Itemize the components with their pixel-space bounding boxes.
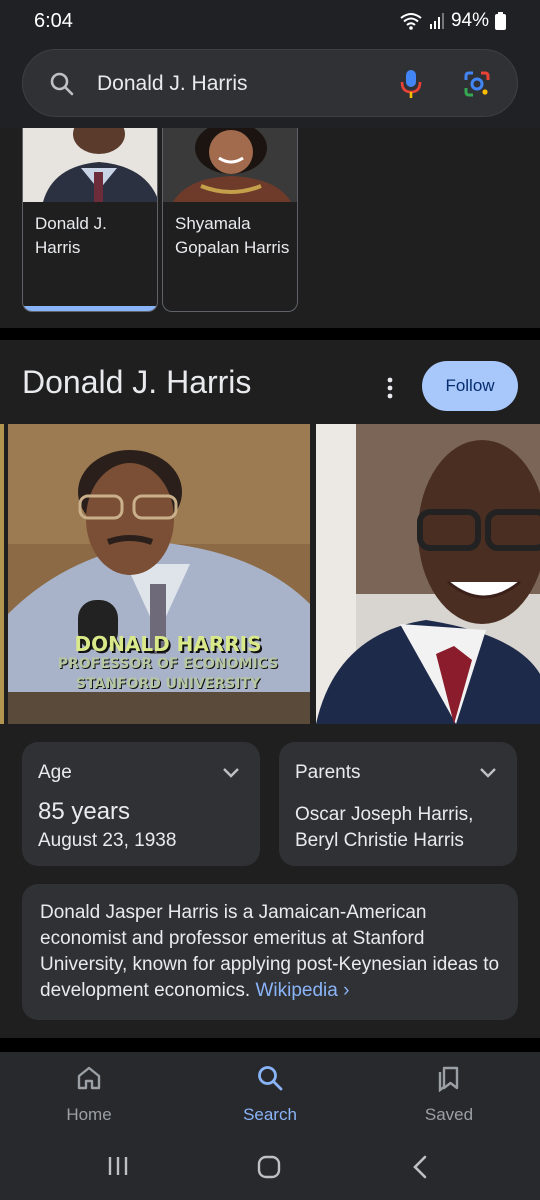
status-indicators: 94% bbox=[399, 10, 506, 32]
fact-value: Oscar Joseph Harris, Beryl Christie Harr… bbox=[295, 804, 474, 851]
more-options-icon[interactable] bbox=[380, 376, 400, 405]
search-query[interactable]: Donald J. Harris bbox=[97, 72, 248, 96]
system-navigation-bar bbox=[0, 1138, 540, 1200]
active-indicator bbox=[23, 306, 157, 311]
person-card-donald[interactable]: Donald J. Harris bbox=[22, 128, 158, 312]
bookmark-icon[interactable] bbox=[389, 1064, 509, 1097]
nav-saved[interactable]: Saved bbox=[389, 1064, 509, 1125]
wikipedia-link[interactable]: Wikipedia › bbox=[255, 980, 349, 1001]
description-card: Donald Jasper Harris is a Jamaican-Ameri… bbox=[22, 884, 518, 1020]
chevron-down-icon[interactable] bbox=[222, 766, 240, 784]
wifi-icon bbox=[399, 11, 423, 31]
back-icon[interactable] bbox=[410, 1154, 430, 1185]
image-tile-archival[interactable]: DONALD HARRIS PROFESSOR OF ECONOMICS STA… bbox=[8, 424, 310, 724]
image-tile-partial[interactable] bbox=[0, 424, 4, 724]
fact-label: Age bbox=[38, 762, 72, 783]
status-time: 6:04 bbox=[34, 10, 73, 32]
nav-label: Search bbox=[243, 1105, 297, 1124]
caption-title: PROFESSOR OF ECONOMICS bbox=[57, 656, 279, 672]
person-name: Donald J. Harris bbox=[35, 214, 107, 257]
section-divider bbox=[0, 328, 540, 340]
person-card-shyamala[interactable]: Shyamala Gopalan Harris bbox=[162, 128, 298, 312]
panel-title: Donald J. Harris bbox=[22, 364, 252, 400]
battery-level: 94% bbox=[450, 10, 489, 31]
image-tile-portrait[interactable] bbox=[316, 424, 540, 724]
caption-affiliation: STANFORD UNIVERSITY bbox=[75, 676, 261, 692]
signal-icon bbox=[429, 12, 445, 30]
search-icon[interactable] bbox=[210, 1064, 330, 1097]
follow-button[interactable]: Follow bbox=[422, 361, 518, 411]
knowledge-panel: Donald J. Harris Follow DONALD HARRIS PR… bbox=[0, 340, 540, 1038]
fact-subvalue: August 23, 1938 bbox=[38, 830, 177, 851]
image-caption-overlay: DONALD HARRIS PROFESSOR OF ECONOMICS STA… bbox=[28, 634, 308, 694]
google-lens-icon[interactable] bbox=[463, 70, 491, 103]
chevron-down-icon[interactable] bbox=[479, 766, 497, 784]
person-photo bbox=[163, 128, 297, 202]
fact-card-parents[interactable]: Parents Oscar Joseph Harris, Beryl Chris… bbox=[279, 742, 517, 866]
battery-icon bbox=[495, 12, 506, 30]
fact-label: Parents bbox=[295, 762, 361, 783]
search-icon[interactable] bbox=[49, 71, 75, 102]
person-name: Shyamala Gopalan Harris bbox=[175, 214, 290, 257]
bottom-navigation: Home Search Saved bbox=[0, 1052, 540, 1138]
nav-search[interactable]: Search bbox=[210, 1064, 330, 1125]
recents-icon[interactable] bbox=[106, 1154, 130, 1183]
status-bar: 6:04 94% bbox=[0, 0, 540, 44]
caption-name: DONALD HARRIS bbox=[74, 632, 262, 656]
people-carousel: Donald J. Harris Shyamala Gopalan Harris bbox=[0, 128, 540, 328]
home-button-icon[interactable] bbox=[256, 1154, 282, 1185]
nav-home[interactable]: Home bbox=[29, 1064, 149, 1125]
fact-value: 85 years bbox=[38, 798, 131, 825]
nav-label: Saved bbox=[424, 1105, 474, 1124]
description-text: Donald Jasper Harris is a Jamaican-Ameri… bbox=[40, 900, 506, 1004]
person-photo bbox=[23, 128, 157, 202]
fact-card-age[interactable]: Age 85 years August 23, 1938 bbox=[22, 742, 260, 866]
search-bar[interactable]: Donald J. Harris bbox=[22, 49, 518, 117]
home-icon[interactable] bbox=[29, 1064, 149, 1097]
search-header: Donald J. Harris bbox=[0, 44, 540, 128]
bottom-divider bbox=[0, 1038, 540, 1052]
nav-label: Home bbox=[66, 1105, 112, 1124]
mic-icon[interactable] bbox=[399, 68, 423, 105]
image-carousel: DONALD HARRIS PROFESSOR OF ECONOMICS STA… bbox=[0, 424, 540, 724]
